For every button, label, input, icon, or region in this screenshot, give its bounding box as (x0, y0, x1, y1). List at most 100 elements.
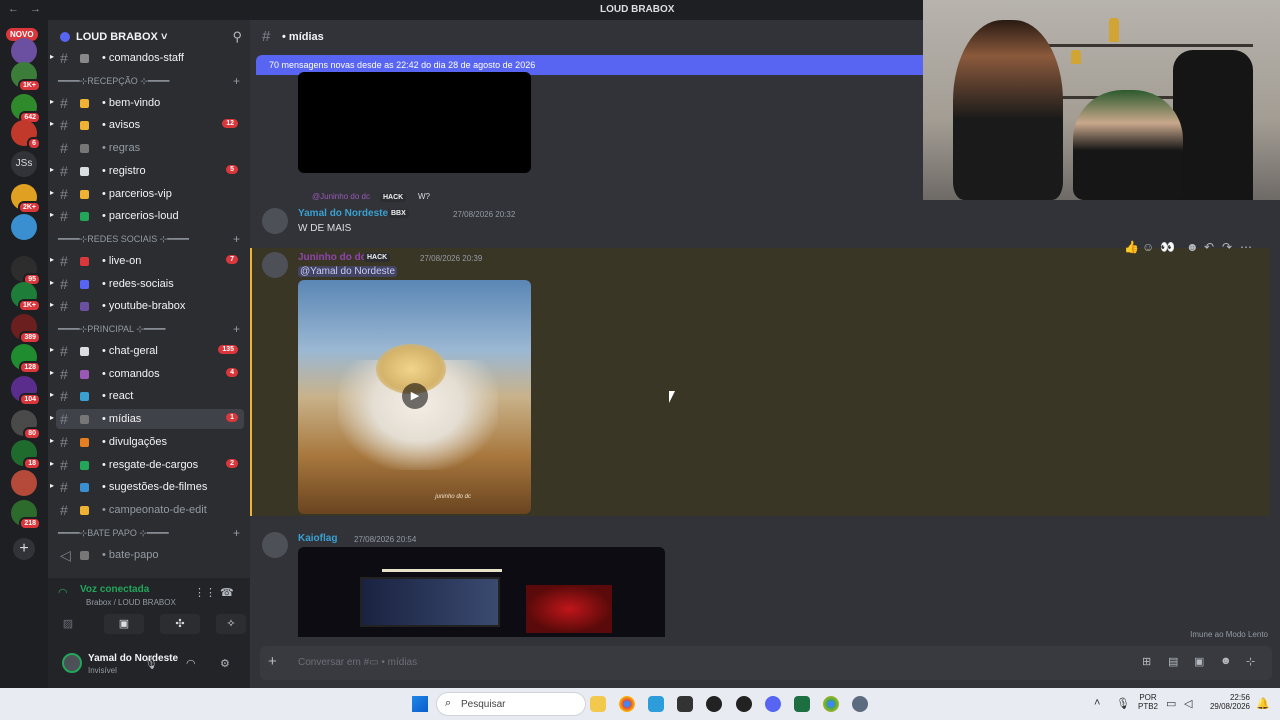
user-name[interactable]: Yamal do Nordeste (88, 653, 178, 664)
reply-reference-text[interactable]: W? (418, 192, 430, 201)
chrome-icon[interactable] (823, 696, 839, 712)
expand-arrow-icon[interactable]: ▸ (50, 210, 54, 219)
channel-item[interactable]: ▸ # • mídias 1 (50, 409, 244, 430)
play-icon[interactable]: ▶ (402, 383, 428, 409)
expand-arrow-icon[interactable]: ▸ (50, 52, 54, 61)
eyes-reaction-icon[interactable]: 👀 (1160, 240, 1175, 254)
expand-arrow-icon[interactable]: ▸ (50, 459, 54, 468)
message-author[interactable]: Yamal do Nordeste (298, 208, 388, 219)
video-attachment[interactable]: ▶ juninho do dc (298, 280, 531, 514)
network-icon[interactable]: ▭ (1166, 697, 1176, 710)
history-nav-arrows[interactable]: ← → (8, 3, 45, 15)
upload-plus-icon[interactable]: + (268, 653, 277, 670)
server-jss[interactable]: JSs (11, 151, 37, 177)
user-avatar[interactable] (62, 653, 82, 673)
language-indicator[interactable]: POR PTB2 (1138, 693, 1158, 711)
excel-icon[interactable] (794, 696, 810, 712)
server-icon[interactable]: 1K+ (11, 282, 41, 312)
microphone-tray-icon[interactable]: 🎙 (1116, 697, 1130, 710)
discord-icon[interactable] (765, 696, 781, 712)
author-avatar[interactable] (262, 252, 288, 278)
expand-arrow-icon[interactable]: ▸ (50, 255, 54, 264)
sticker-icon[interactable]: ▣ (1194, 655, 1204, 668)
channel-item[interactable]: ▸ # • react (50, 386, 244, 406)
disconnect-icon[interactable]: ☎ (220, 586, 234, 599)
signal-icon[interactable]: ◠ (58, 586, 68, 599)
channel-item[interactable]: ▸ # • parcerios-loud (50, 206, 244, 226)
channel-item[interactable]: ▸ # • registro 5 (50, 161, 244, 181)
settings-icon[interactable] (852, 696, 868, 712)
channel-category[interactable]: ━━━━⊹REDES SOCIAIS ⊹━━━━ + (58, 232, 244, 248)
gift-icon[interactable]: ⊞ (1142, 655, 1151, 668)
forward-icon[interactable]: ↷ (1222, 240, 1232, 254)
user-mention[interactable]: @Yamal do Nordeste (298, 266, 398, 277)
microphone-icon[interactable]: 🎙 (144, 657, 158, 670)
app-icon[interactable] (648, 696, 664, 712)
voice-state[interactable]: Voz conectada (80, 584, 149, 595)
add-reaction-icon[interactable]: ☻ (1186, 240, 1199, 254)
author-avatar[interactable] (262, 532, 288, 558)
reply-icon[interactable]: ↶ (1204, 240, 1214, 254)
soundboard-button[interactable]: ✧ (216, 614, 246, 634)
volume-icon[interactable]: ◁ (1184, 697, 1192, 710)
notification-bell-icon[interactable]: 🔔 (1256, 697, 1270, 710)
more-options-icon[interactable]: ⋯ (1240, 240, 1252, 254)
channel-item[interactable]: ▸ # • redes-sociais (50, 274, 244, 294)
message-author[interactable]: Kaioflag (298, 533, 337, 544)
server-icon[interactable] (11, 214, 37, 240)
noise-suppression-icon[interactable]: ⋮⋮ (194, 586, 216, 599)
channel-item[interactable]: ▸ # • parcerios-vip (50, 184, 244, 204)
expand-arrow-icon[interactable]: ▸ (50, 97, 54, 106)
channel-item[interactable]: ▸ # • comandos-staff (50, 48, 244, 68)
channel-item[interactable]: # • regras (56, 138, 244, 158)
channel-item[interactable]: ▸ # • bem-vindo (50, 93, 244, 113)
channel-category[interactable]: ━━━━⊹RECEPÇÃO ⊹━━━━ + (58, 74, 244, 90)
server-icon[interactable]: 128 (11, 344, 41, 374)
emoji-icon[interactable]: ☻ (1220, 655, 1232, 667)
channel-item[interactable]: ▸ # • avisos 12 (50, 115, 244, 135)
media-attachment[interactable] (298, 72, 531, 173)
expand-arrow-icon[interactable]: ▸ (50, 278, 54, 287)
tray-chevron-icon[interactable]: ˄ (1094, 697, 1100, 709)
channel-item[interactable]: # • campeonato-de-edit (56, 500, 244, 520)
channel-item[interactable]: ◁ • bate-papo (56, 545, 244, 565)
activities-button[interactable]: ✣ (160, 614, 200, 634)
channel-category[interactable]: ━━━━⊹PRINCIPAL ⊹━━━━ + (58, 322, 244, 338)
server-icon[interactable]: 389 (11, 314, 41, 344)
create-channel-icon[interactable]: + (233, 232, 240, 246)
server-icon[interactable]: 6 (11, 120, 41, 150)
file-explorer-icon[interactable] (590, 696, 606, 712)
expand-arrow-icon[interactable]: ▸ (50, 436, 54, 445)
server-icon[interactable] (11, 470, 37, 496)
system-clock[interactable]: 22:56 29/08/2026 (1206, 693, 1250, 711)
server-icon[interactable]: 95 (11, 256, 41, 286)
app-icon[interactable] (736, 696, 752, 712)
headphones-icon[interactable]: ◠ (186, 657, 196, 670)
channel-item[interactable]: ▸ # • chat-geral 135 (50, 341, 244, 361)
expand-arrow-icon[interactable]: ▸ (50, 481, 54, 490)
expand-arrow-icon[interactable]: ▸ (50, 165, 54, 174)
windows-start-icon[interactable] (412, 696, 428, 712)
create-channel-icon[interactable]: + (233, 526, 240, 540)
expand-arrow-icon[interactable]: ▸ (50, 300, 54, 309)
channel-item[interactable]: ▸ # • comandos 4 (50, 364, 244, 384)
chrome-icon[interactable] (619, 696, 635, 712)
server-icon[interactable]: 1K+ (11, 62, 41, 92)
channel-item[interactable]: ▸ # • resgate-de-cargos 2 (50, 455, 244, 475)
voice-location[interactable]: Brabox / LOUD BRABOX (86, 598, 176, 607)
expand-arrow-icon[interactable]: ▸ (50, 413, 54, 422)
apps-icon[interactable]: ⊹ (1246, 655, 1255, 668)
author-avatar[interactable] (262, 208, 288, 234)
settings-gear-icon[interactable]: ⚙ (220, 657, 230, 670)
create-channel-icon[interactable]: + (233, 322, 240, 336)
composer-placeholder[interactable]: Conversar em #▭ • mídias (298, 657, 417, 668)
screen-share-button[interactable]: ▣ (104, 614, 144, 634)
expand-arrow-icon[interactable]: ▸ (50, 119, 54, 128)
reply-reference-author[interactable]: @Juninho do dc (312, 192, 370, 201)
channel-item[interactable]: ▸ # • sugestões-de-filmes (50, 477, 244, 497)
app-icon[interactable] (677, 696, 693, 712)
expand-arrow-icon[interactable]: ▸ (50, 368, 54, 377)
smile-reaction-icon[interactable]: ☺ (1142, 240, 1154, 254)
message-author[interactable]: Juninho do dc (298, 252, 366, 263)
channel-category[interactable]: ━━━━⊹BATE PAPO ⊹━━━━ + (58, 526, 244, 542)
